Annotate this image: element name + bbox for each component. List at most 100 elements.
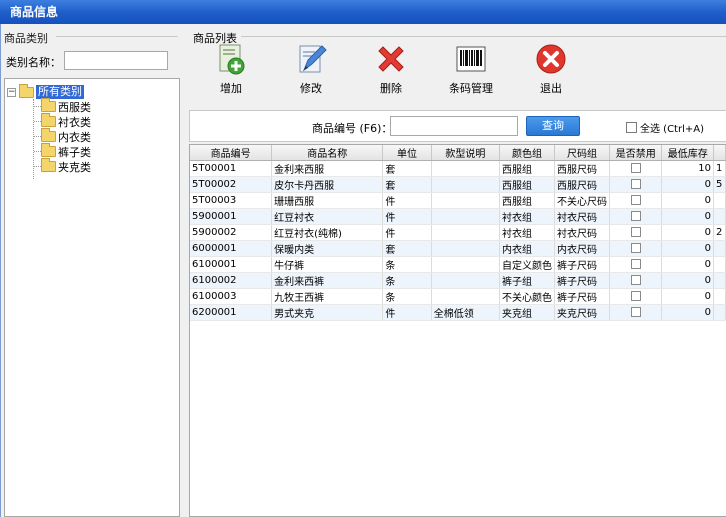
disabled-checkbox-cell[interactable] [609,304,663,321]
table-cell: 5T00002 [190,176,273,193]
table-row[interactable]: 6200001 男式夹克件全棉低领 夹克组 夹克尺码 0 [190,304,726,321]
table-row[interactable]: 5900001 红豆衬衣件 衬衣组 衬衣尺码 0 [190,208,726,225]
table-cell: 保暖内类 [271,240,384,257]
table-cell: 5900002 [190,224,273,241]
table-row[interactable]: 5T00002 皮尔卡丹西服套 西服组 西服尺码 0 5 [190,176,726,193]
table-cell: 不关心尺码 [554,192,611,209]
empty-cell [610,476,662,492]
folder-icon [41,143,56,157]
checkbox-icon[interactable] [630,307,641,317]
checkbox-icon[interactable] [630,291,641,301]
checkbox-icon[interactable] [630,243,641,253]
empty-cell [383,491,431,507]
empty-row [190,429,726,445]
tree-item-underwear[interactable]: 内衣类 [41,128,91,144]
table-cell: 6100001 [190,256,273,273]
empty-cell [555,414,610,430]
product-code-label: 商品编号 (F6)： [312,122,393,135]
disabled-checkbox-cell[interactable] [609,272,663,289]
product-code-input[interactable] [390,116,518,136]
empty-cell [662,383,714,399]
empty-cell [190,445,272,461]
empty-cell [713,352,725,368]
table-row[interactable]: 5900002 红豆衬衣(纯棉) 件 衬衣组 衬衣尺码 0 2 [190,224,726,241]
collapse-icon[interactable]: − [7,87,16,97]
disabled-checkbox-cell[interactable] [609,160,663,177]
tree-item-pants[interactable]: 裤子类 [41,143,91,159]
table-row[interactable]: 6100003 九牧王西裤条 不关心颜色 裤子尺码 0 [190,288,726,305]
tree-item-jackets[interactable]: 夹克类 [41,158,91,174]
checkbox-icon[interactable] [630,179,641,189]
empty-row [190,336,726,352]
table-cell: 红豆衬衣 [271,208,384,225]
table-cell: 10 [661,160,714,177]
product-list-panel: 商品列表 增加 修改 删除 条码管理 退出 商品编号 (F6)： 查询 全选 (… [185,30,726,517]
disabled-checkbox-cell[interactable] [609,176,663,193]
empty-cell [272,491,383,507]
category-tree[interactable]: − 所有类别 西服类 衬衣类 内衣类 裤子类 夹克类 [4,78,180,517]
column-header[interactable]: 商品名称 [271,145,384,161]
empty-cell [431,414,499,430]
empty-cell [190,383,272,399]
disabled-checkbox-cell[interactable] [609,208,663,225]
edit-button[interactable]: 修改 [281,42,341,96]
category-name-input[interactable] [64,51,168,70]
column-header[interactable]: 颜色组 [499,145,556,161]
checkbox-icon[interactable] [630,211,641,221]
column-header[interactable]: 款型说明 [431,145,501,161]
tree-item-shirts[interactable]: 衬衣类 [41,113,91,129]
empty-cell [383,460,431,476]
column-header[interactable]: 是否禁用 [609,145,663,161]
select-all-checkbox[interactable]: 全选 (Ctrl+A) [626,120,704,135]
table-row[interactable]: 6100002 金利来西裤条 裤子组 裤子尺码 0 [190,272,726,289]
table-cell [431,272,501,289]
empty-cell [555,476,610,492]
disabled-checkbox-cell[interactable] [609,256,663,273]
checkbox-icon[interactable] [630,259,641,269]
empty-cell [190,414,272,430]
empty-cell [713,429,725,445]
table-cell: 红豆衬衣(纯棉) [271,224,384,241]
empty-cell [272,352,383,368]
tree-connector [33,99,34,179]
table-row[interactable]: 5T00001 金利来西服套 西服组 西服尺码 10 1 [190,160,726,177]
empty-cell [500,367,555,383]
query-button[interactable]: 查询 [526,116,580,136]
empty-cell [500,398,555,414]
empty-cell [190,367,272,383]
table-cell: 衬衣尺码 [554,224,611,241]
column-header[interactable]: 最低库存 [661,145,714,161]
table-cell [431,240,501,257]
tree-item-suits[interactable]: 西服类 [41,98,91,114]
exit-button[interactable]: 退出 [521,42,581,96]
table-row[interactable]: 6000001 保暖内类套 内衣组 内衣尺码 0 [190,240,726,257]
empty-cell [610,367,662,383]
product-table[interactable]: 商品编号 商品名称 单位 款型说明 颜色组 尺码组 是否禁用 最低库存 5T00… [189,144,726,517]
column-header[interactable]: 商品编号 [190,145,273,161]
add-button[interactable]: 增加 [201,42,261,96]
tree-root-node[interactable]: − 所有类别 [7,83,84,99]
empty-row [190,476,726,492]
tree-connector [34,151,41,152]
column-header[interactable]: 单位 [382,145,432,161]
empty-cell [190,336,272,352]
table-row[interactable]: 6100001 牛仔裤条 自定义颜色 裤子尺码 0 [190,256,726,273]
empty-cell [190,352,272,368]
delete-button[interactable]: 删除 [361,42,421,96]
empty-cell [383,321,431,337]
disabled-checkbox-cell[interactable] [609,224,663,241]
empty-cell [610,414,662,430]
empty-cell [500,429,555,445]
table-cell [431,224,501,241]
column-header[interactable]: 尺码组 [554,145,611,161]
checkbox-icon[interactable] [630,275,641,285]
barcode-button[interactable]: 条码管理 [441,42,501,96]
checkbox-icon[interactable] [630,163,641,173]
disabled-checkbox-cell[interactable] [609,192,663,209]
disabled-checkbox-cell[interactable] [609,240,663,257]
empty-cell [662,367,714,383]
table-row[interactable]: 5T00003 珊珊西服件 西服组 不关心尺码 0 [190,192,726,209]
checkbox-icon[interactable] [630,227,641,237]
checkbox-icon[interactable] [630,195,641,205]
disabled-checkbox-cell[interactable] [609,288,663,305]
